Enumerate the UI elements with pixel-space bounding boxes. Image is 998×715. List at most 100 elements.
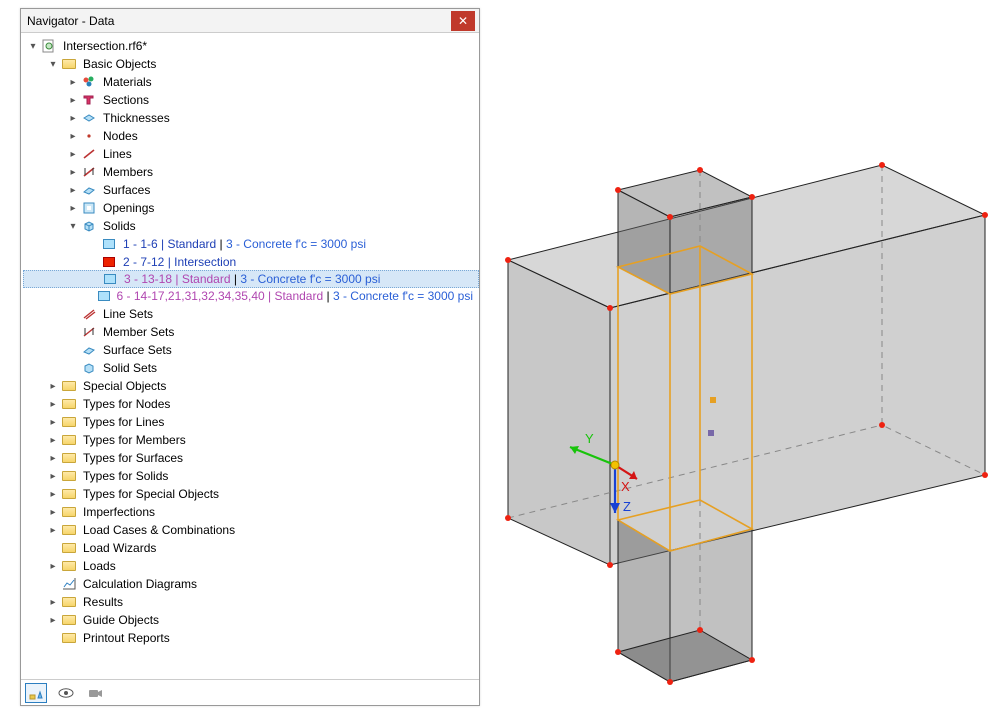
color-swatch-icon [101, 255, 117, 269]
tree-group[interactable]: ▸Calculation Diagrams [23, 575, 479, 593]
tree-sections[interactable]: ▸ Sections [23, 91, 479, 109]
folder-icon [61, 541, 77, 555]
tab-data-button[interactable] [25, 683, 47, 703]
caret-down-icon[interactable]: ▾ [67, 220, 79, 232]
tree-group[interactable]: ▸ Special Objects [23, 377, 479, 395]
tree-label: Sections [101, 92, 151, 108]
tree-label: Surfaces [101, 182, 152, 198]
tree-solid-label: 6 - 14-17,21,31,32,34,35,40 | Standard |… [115, 288, 475, 304]
tree-root[interactable]: ▾ Intersection.rf6* [23, 37, 479, 55]
tree-thicknesses[interactable]: ▸ Thicknesses [23, 109, 479, 127]
navigator-tree[interactable]: ▾ Intersection.rf6* ▾ Basic Objects ▸ Ma… [21, 33, 479, 679]
tree-group[interactable]: ▸Load Cases & Combinations [23, 521, 479, 539]
tree-group[interactable]: ▸ Results [23, 593, 479, 611]
tree-solid-item[interactable]: ▸ 6 - 14-17,21,31,32,34,35,40 | Standard… [23, 287, 479, 305]
tree-members[interactable]: ▸ Members [23, 163, 479, 181]
caret-right-icon[interactable]: ▸ [47, 470, 59, 482]
caret-right-icon[interactable]: ▸ [47, 398, 59, 410]
tree-label: Results [81, 594, 125, 610]
folder-icon [61, 559, 77, 573]
file-icon [41, 39, 57, 53]
tree-solid-item[interactable]: ▸ 2 - 7-12 | Intersection [23, 253, 479, 271]
tree-materials[interactable]: ▸ Materials [23, 73, 479, 91]
data-icon [29, 686, 43, 700]
caret-down-icon[interactable]: ▾ [27, 40, 39, 52]
tree-group[interactable]: ▸Types for Surfaces [23, 449, 479, 467]
tree-solid-label: 1 - 1-6 | Standard | 3 - Concrete f'c = … [121, 236, 368, 252]
close-icon: ✕ [458, 14, 468, 28]
tree-group[interactable]: ▸Types for Solids [23, 467, 479, 485]
caret-right-icon[interactable]: ▸ [67, 76, 79, 88]
caret-right-icon[interactable]: ▸ [67, 130, 79, 142]
caret-right-icon[interactable]: ▸ [47, 452, 59, 464]
tree-group[interactable]: ▸Load Wizards [23, 539, 479, 557]
caret-right-icon[interactable]: ▸ [47, 560, 59, 572]
tree-group[interactable]: ▸Types for Members [23, 431, 479, 449]
tree-surfaces[interactable]: ▸ Surfaces [23, 181, 479, 199]
navigator-panel: Navigator - Data ✕ ▾ Intersection.rf6* ▾… [20, 8, 480, 706]
tree-member-sets[interactable]: ▸ Member Sets [23, 323, 479, 341]
tree-solid-item-selected[interactable]: ▸ 3 - 13-18 | Standard | 3 - Concrete f'… [23, 270, 479, 288]
tree-group[interactable]: ▸Loads [23, 557, 479, 575]
caret-right-icon[interactable]: ▸ [67, 184, 79, 196]
tree-solid-label: 3 - 13-18 | Standard | 3 - Concrete f'c … [122, 271, 382, 287]
tree-nodes[interactable]: ▸ Nodes [23, 127, 479, 145]
solids-icon [81, 219, 97, 233]
caret-right-icon[interactable]: ▸ [47, 416, 59, 428]
tree-group[interactable]: ▸ Types for Lines [23, 413, 479, 431]
model-svg: Y X Z [490, 0, 998, 712]
axis-x-label: X [621, 479, 630, 494]
tree-label: Materials [101, 74, 154, 90]
tree-solids[interactable]: ▾ Solids [23, 217, 479, 235]
tree-surface-sets[interactable]: ▸ Surface Sets [23, 341, 479, 359]
caret-right-icon[interactable]: ▸ [47, 614, 59, 626]
caret-right-icon[interactable]: ▸ [47, 488, 59, 500]
folder-icon [61, 57, 77, 71]
color-swatch-icon [101, 237, 117, 251]
folder-icon [61, 595, 77, 609]
caret-right-icon[interactable]: ▸ [47, 524, 59, 536]
tree-group[interactable]: ▸Types for Nodes [23, 395, 479, 413]
tree-group[interactable]: ▸Types for Special Objects [23, 485, 479, 503]
tree-solid-item[interactable]: ▸ 1 - 1-6 | Standard | 3 - Concrete f'c … [23, 235, 479, 253]
tree-label: Openings [101, 200, 156, 216]
folder-icon [61, 397, 77, 411]
caret-right-icon[interactable]: ▸ [47, 506, 59, 518]
caret-right-icon[interactable]: ▸ [47, 434, 59, 446]
caret-right-icon[interactable]: ▸ [47, 380, 59, 392]
tree-group[interactable]: ▸Guide Objects [23, 611, 479, 629]
tree-solid-label: 2 - 7-12 | Intersection [121, 254, 238, 270]
tree-lines[interactable]: ▸ Lines [23, 145, 479, 163]
caret-down-icon[interactable]: ▾ [47, 58, 59, 70]
navigator-titlebar: Navigator - Data ✕ [21, 9, 479, 33]
caret-right-icon[interactable]: ▸ [67, 202, 79, 214]
tree-line-sets[interactable]: ▸ Line Sets [23, 305, 479, 323]
folder-icon [61, 469, 77, 483]
tab-display-button[interactable] [55, 683, 77, 703]
tree-solid-sets[interactable]: ▸ Solid Sets [23, 359, 479, 377]
tab-views-button[interactable] [85, 683, 107, 703]
thicknesses-icon [81, 111, 97, 125]
caret-right-icon[interactable]: ▸ [67, 148, 79, 160]
tree-openings[interactable]: ▸ Openings [23, 199, 479, 217]
caret-right-icon[interactable]: ▸ [67, 112, 79, 124]
caret-right-icon[interactable]: ▸ [67, 166, 79, 178]
tree-group[interactable]: ▸Printout Reports [23, 629, 479, 647]
tree-label: Types for Lines [81, 414, 166, 430]
tree-basic-objects[interactable]: ▾ Basic Objects [23, 55, 479, 73]
axis-z-label: Z [623, 499, 631, 514]
tree-label: Member Sets [101, 324, 176, 340]
color-swatch-icon [98, 289, 110, 303]
axis-y-label: Y [585, 431, 594, 446]
close-button[interactable]: ✕ [451, 11, 475, 31]
caret-right-icon[interactable]: ▸ [47, 596, 59, 608]
model-viewport[interactable]: Y X Z [490, 0, 998, 712]
tree-root-label: Intersection.rf6* [61, 38, 149, 54]
caret-right-icon[interactable]: ▸ [67, 94, 79, 106]
tree-label: Load Wizards [81, 540, 158, 556]
folder-icon [61, 613, 77, 627]
tree-label: Special Objects [81, 378, 168, 394]
folder-icon [61, 415, 77, 429]
tree-label: Calculation Diagrams [81, 576, 199, 592]
tree-group[interactable]: ▸Imperfections [23, 503, 479, 521]
